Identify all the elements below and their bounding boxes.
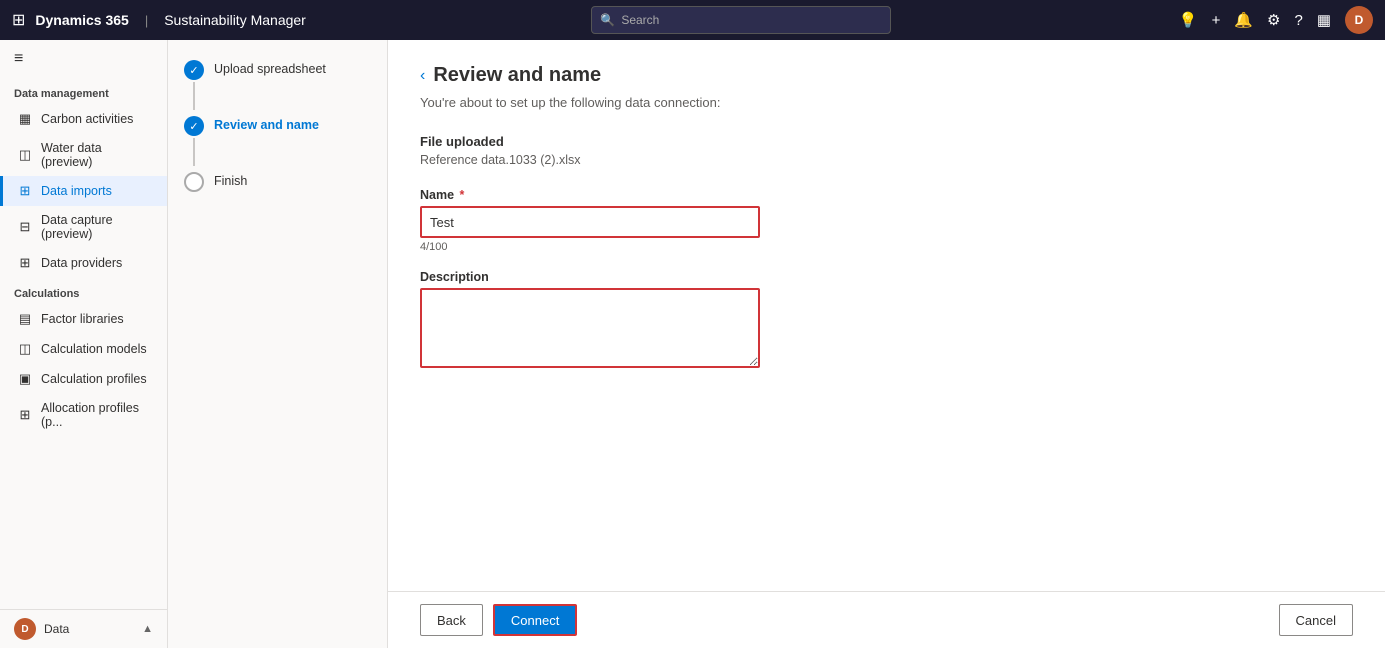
char-count: 4/100 (420, 241, 1353, 253)
capture-icon: ⊟ (17, 219, 33, 235)
step2-connector (193, 138, 195, 166)
sidebar-label-factor: Factor libraries (41, 312, 124, 326)
sidebar-label-alloc: Allocation profiles (p... (41, 401, 153, 429)
connect-button[interactable]: Connect (493, 604, 577, 636)
sidebar-item-calculation-profiles[interactable]: ▣ Calculation profiles (0, 364, 167, 394)
bell-icon[interactable]: 🔔 (1234, 11, 1253, 29)
main-layout: ≡ Data management ▦ Carbon activities ◫ … (0, 40, 1385, 648)
factor-icon: ▤ (17, 311, 33, 327)
sidebar-label-calc-profiles: Calculation profiles (41, 372, 147, 386)
step1-circle: ✓ (184, 60, 204, 80)
step2-line: ✓ (184, 116, 204, 168)
cancel-button[interactable]: Cancel (1279, 604, 1353, 636)
page-subtitle: You're about to set up the following dat… (420, 95, 1353, 110)
back-button[interactable]: Back (420, 604, 483, 636)
step1-connector (193, 82, 195, 110)
gear-icon[interactable]: ⚙ (1267, 11, 1280, 29)
sidebar-item-carbon-activities[interactable]: ▦ Carbon activities (0, 104, 167, 134)
step1-label: Upload spreadsheet (214, 60, 326, 79)
sidebar-label-carbon: Carbon activities (41, 112, 133, 126)
carbon-icon: ▦ (17, 111, 33, 127)
search-placeholder: Search (621, 13, 659, 27)
sidebar-label-water: Water data (preview) (41, 141, 153, 169)
name-field-label: Name * (420, 188, 464, 202)
name-required-star: * (456, 188, 464, 202)
step-review: ✓ Review and name (184, 116, 371, 168)
step3-circle (184, 172, 204, 192)
section-data-management: Data management (0, 78, 167, 104)
sidebar: ≡ Data management ▦ Carbon activities ◫ … (0, 40, 168, 648)
sidebar-item-data-imports[interactable]: ⊞ Data imports (0, 176, 167, 206)
section-calculations: Calculations (0, 278, 167, 304)
providers-icon: ⊞ (17, 255, 33, 271)
page-content: ‹ Review and name You're about to set up… (388, 40, 1385, 591)
nav-right: 💡 + 🔔 ⚙ ? ▦ D (1179, 6, 1373, 34)
user-avatar[interactable]: D (1345, 6, 1373, 34)
file-name-value: Reference data.1033 (2).xlsx (420, 153, 1353, 167)
sidebar-bottom-bar[interactable]: D Data ▲ (0, 609, 167, 648)
step2-label: Review and name (214, 116, 319, 135)
water-icon: ◫ (17, 147, 33, 163)
sidebar-item-data-capture[interactable]: ⊟ Data capture (preview) (0, 206, 167, 248)
sidebar-item-data-providers[interactable]: ⊞ Data providers (0, 248, 167, 278)
step-finish: Finish (184, 172, 371, 192)
file-uploaded-heading: File uploaded (420, 134, 1353, 149)
sidebar-label-providers: Data providers (41, 256, 122, 270)
grid-icon[interactable]: ▦ (1317, 11, 1331, 29)
sidebar-item-calculation-models[interactable]: ◫ Calculation models (0, 334, 167, 364)
plus-icon[interactable]: + (1212, 12, 1221, 29)
step3-label: Finish (214, 172, 247, 191)
form-section: File uploaded Reference data.1033 (2).xl… (420, 134, 1353, 371)
description-textarea[interactable] (420, 288, 760, 368)
wizard-panel: ✓ Upload spreadsheet ✓ Review and name F… (168, 40, 388, 648)
sidebar-bottom-label: Data (44, 622, 134, 636)
lightbulb-icon[interactable]: 💡 (1179, 11, 1198, 29)
page-title: Review and name (433, 64, 601, 87)
nav-left: ⊞ Dynamics 365 | Sustainability Manager … (12, 6, 1167, 34)
brand-name: Dynamics 365 (35, 12, 128, 28)
sidebar-item-water-data[interactable]: ◫ Water data (preview) (0, 134, 167, 176)
app-name: Sustainability Manager (164, 12, 306, 28)
step-upload: ✓ Upload spreadsheet (184, 60, 371, 112)
back-arrow-icon[interactable]: ‹ (420, 67, 425, 85)
sidebar-label-capture: Data capture (preview) (41, 213, 153, 241)
sidebar-bottom-avatar: D (14, 618, 36, 640)
step1-line: ✓ (184, 60, 204, 112)
step3-line (184, 172, 204, 192)
imports-icon: ⊞ (17, 183, 33, 199)
content-area: ‹ Review and name You're about to set up… (388, 40, 1385, 648)
search-box[interactable]: 🔍 Search (591, 6, 891, 34)
sidebar-hamburger-icon[interactable]: ≡ (0, 40, 167, 78)
step2-circle: ✓ (184, 116, 204, 136)
help-icon[interactable]: ? (1294, 12, 1302, 29)
sidebar-item-factor-libraries[interactable]: ▤ Factor libraries (0, 304, 167, 334)
waffle-icon[interactable]: ⊞ (12, 10, 25, 30)
nav-divider: | (145, 13, 148, 28)
models-icon: ◫ (17, 341, 33, 357)
sidebar-label-imports: Data imports (41, 184, 112, 198)
footer-bar: Back Connect Cancel (388, 591, 1385, 648)
sidebar-item-allocation-profiles[interactable]: ⊞ Allocation profiles (p... (0, 394, 167, 436)
page-header: ‹ Review and name (420, 64, 1353, 87)
sidebar-bottom-chevron-icon: ▲ (142, 623, 153, 635)
search-icon: 🔍 (600, 13, 615, 27)
name-input[interactable] (420, 206, 760, 238)
calc-profiles-icon: ▣ (17, 371, 33, 387)
top-navigation: ⊞ Dynamics 365 | Sustainability Manager … (0, 0, 1385, 40)
description-field-label: Description (420, 270, 489, 284)
alloc-icon: ⊞ (17, 407, 33, 423)
sidebar-label-models: Calculation models (41, 342, 147, 356)
